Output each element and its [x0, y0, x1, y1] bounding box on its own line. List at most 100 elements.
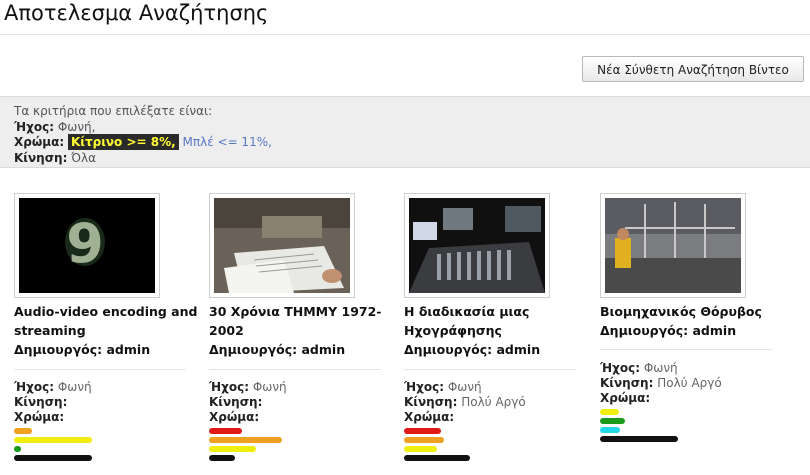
page-title: Αποτελεσμα Αναζήτησης: [4, 1, 269, 25]
yellow-color-bar: [404, 446, 437, 452]
sound-value: Φωνή: [57, 380, 92, 394]
video-thumbnail-link[interactable]: [404, 193, 550, 298]
creator-label: Δημιουργός:: [404, 342, 493, 357]
card-divider: [404, 369, 576, 370]
sound-label: Ήχος:: [209, 380, 250, 394]
sound-row: Ήχος: Φωνή: [14, 380, 204, 395]
black-color-bar: [14, 455, 92, 461]
black-color-bar: [404, 455, 470, 461]
green-color-bar: [600, 418, 625, 424]
creator-label: Δημιουργός:: [209, 342, 298, 357]
yellow-color-bar: [14, 437, 92, 443]
result-title-link[interactable]: Βιομηχανικός Θόρυβος: [600, 304, 762, 319]
motion-row: Κίνηση: Πολύ Αργό: [404, 395, 594, 410]
factory-worker-thumbnail-icon: [605, 198, 741, 293]
orange-color-bar: [209, 437, 282, 443]
search-criteria-panel: Τα κριτήρια που επιλέξατε είναι: Ήχος: Φ…: [0, 96, 810, 168]
black-color-bar: [209, 455, 235, 461]
result-properties: Ήχος: Φωνή Κίνηση: Χρώμα:: [14, 380, 204, 425]
color-row: Χρώμα:: [600, 391, 790, 406]
result-creator: Δημιουργός: admin: [14, 340, 199, 359]
svg-text:9: 9: [66, 212, 104, 275]
result-title-link[interactable]: Η διαδικασία μιας Ηχογράφησης: [404, 304, 529, 338]
sound-label: Ήχος:: [404, 380, 445, 394]
orange-color-bar: [14, 428, 32, 434]
color-histogram: [14, 428, 204, 464]
mixing-console-thumbnail-icon: [409, 198, 545, 293]
criteria-motion-label: Κίνηση:: [14, 150, 68, 165]
creator-name: admin: [301, 342, 346, 357]
sound-value: Φωνή: [447, 380, 482, 394]
criteria-color-yellow: Κίτρινο >= 8%,: [67, 134, 179, 150]
color-label: Χρώμα:: [600, 391, 651, 405]
result-creator: Δημιουργός: admin: [600, 321, 785, 340]
red-color-bar: [404, 428, 441, 434]
creator-name: admin: [496, 342, 541, 357]
orange-color-bar: [404, 437, 444, 443]
motion-label: Κίνηση:: [14, 395, 68, 409]
video-thumbnail-link[interactable]: 9: [14, 193, 160, 298]
criteria-intro: Τα κριτήρια που επιλέξατε είναι:: [14, 104, 213, 118]
sound-row: Ήχος: Φωνή: [209, 380, 399, 395]
criteria-sound-row: Ήχος: Φωνή,: [14, 120, 810, 136]
card-divider: [600, 349, 772, 350]
criteria-color-label: Χρώμα:: [14, 135, 65, 149]
new-advanced-search-button[interactable]: Νέα Σύνθετη Αναζήτηση Βίντεο: [582, 56, 804, 82]
criteria-sound-label: Ήχος:: [14, 119, 55, 134]
result-properties: Ήχος: Φωνή Κίνηση: Χρώμα:: [209, 380, 399, 425]
sound-value: Φωνή: [643, 361, 678, 375]
card-divider: [14, 369, 186, 370]
result-title-block: Η διαδικασία μιας Ηχογράφησης Δημιουργός…: [404, 302, 589, 359]
result-creator: Δημιουργός: admin: [209, 340, 394, 359]
result-properties: Ήχος: Φωνή Κίνηση: Πολύ Αργό Χρώμα:: [404, 380, 594, 425]
black-color-bar: [600, 436, 678, 442]
color-histogram: [209, 428, 399, 464]
result-title-block: Audio-video encoding and streaming Δημιο…: [14, 302, 199, 359]
color-row: Χρώμα:: [404, 410, 594, 425]
creator-name: admin: [692, 323, 737, 338]
motion-value: Πολύ Αργό: [657, 376, 722, 390]
sound-row: Ήχος: Φωνή: [404, 380, 594, 395]
green-color-bar: [14, 446, 21, 452]
digit-nine-thumbnail-icon: 9: [19, 198, 155, 293]
sound-row: Ήχος: Φωνή: [600, 361, 790, 376]
creator-label: Δημιουργός:: [600, 323, 689, 338]
criteria-color-row: Χρώμα: Κίτρινο >= 8%, Μπλέ <= 11%,: [14, 134, 810, 151]
motion-label: Κίνηση:: [600, 376, 654, 390]
color-histogram: [600, 409, 790, 445]
result-title-block: 30 Χρόνια ΤΗΜΜΥ 1972-2002 Δημιουργός: ad…: [209, 302, 394, 359]
result-title-link[interactable]: 30 Χρόνια ΤΗΜΜΥ 1972-2002: [209, 304, 382, 338]
yellow-color-bar: [600, 409, 619, 415]
red-color-bar: [209, 428, 242, 434]
sound-label: Ήχος:: [600, 361, 641, 375]
motion-row: Κίνηση:: [209, 395, 399, 410]
motion-row: Κίνηση:: [14, 395, 204, 410]
result-creator: Δημιουργός: admin: [404, 340, 589, 359]
result-title-block: Βιομηχανικός Θόρυβος Δημιουργός: admin: [600, 302, 785, 340]
documents-desk-thumbnail-icon: [214, 198, 350, 293]
color-label: Χρώμα:: [14, 410, 65, 424]
color-label: Χρώμα:: [209, 410, 260, 424]
motion-value: Πολύ Αργό: [461, 395, 526, 409]
yellow-color-bar: [209, 446, 256, 452]
creator-name: admin: [106, 342, 151, 357]
result-properties: Ήχος: Φωνή Κίνηση: Πολύ Αργό Χρώμα:: [600, 361, 790, 406]
result-title-link[interactable]: Audio-video encoding and streaming: [14, 304, 197, 338]
color-row: Χρώμα:: [14, 410, 204, 425]
criteria-motion-row: Κίνηση: Όλα: [14, 151, 810, 167]
sound-label: Ήχος:: [14, 380, 55, 394]
card-divider: [209, 369, 381, 370]
motion-row: Κίνηση: Πολύ Αργό: [600, 376, 790, 391]
color-label: Χρώμα:: [404, 410, 455, 424]
cyan-color-bar: [600, 427, 620, 433]
motion-label: Κίνηση:: [209, 395, 263, 409]
color-row: Χρώμα:: [209, 410, 399, 425]
criteria-sound-value: Φωνή,: [57, 119, 96, 134]
motion-label: Κίνηση:: [404, 395, 458, 409]
criteria-color-blue: Μπλέ <= 11%,: [182, 135, 272, 149]
video-thumbnail-link[interactable]: [209, 193, 355, 298]
sound-value: Φωνή: [252, 380, 287, 394]
video-thumbnail-link[interactable]: [600, 193, 746, 298]
color-histogram: [404, 428, 594, 464]
title-divider: [0, 34, 810, 35]
